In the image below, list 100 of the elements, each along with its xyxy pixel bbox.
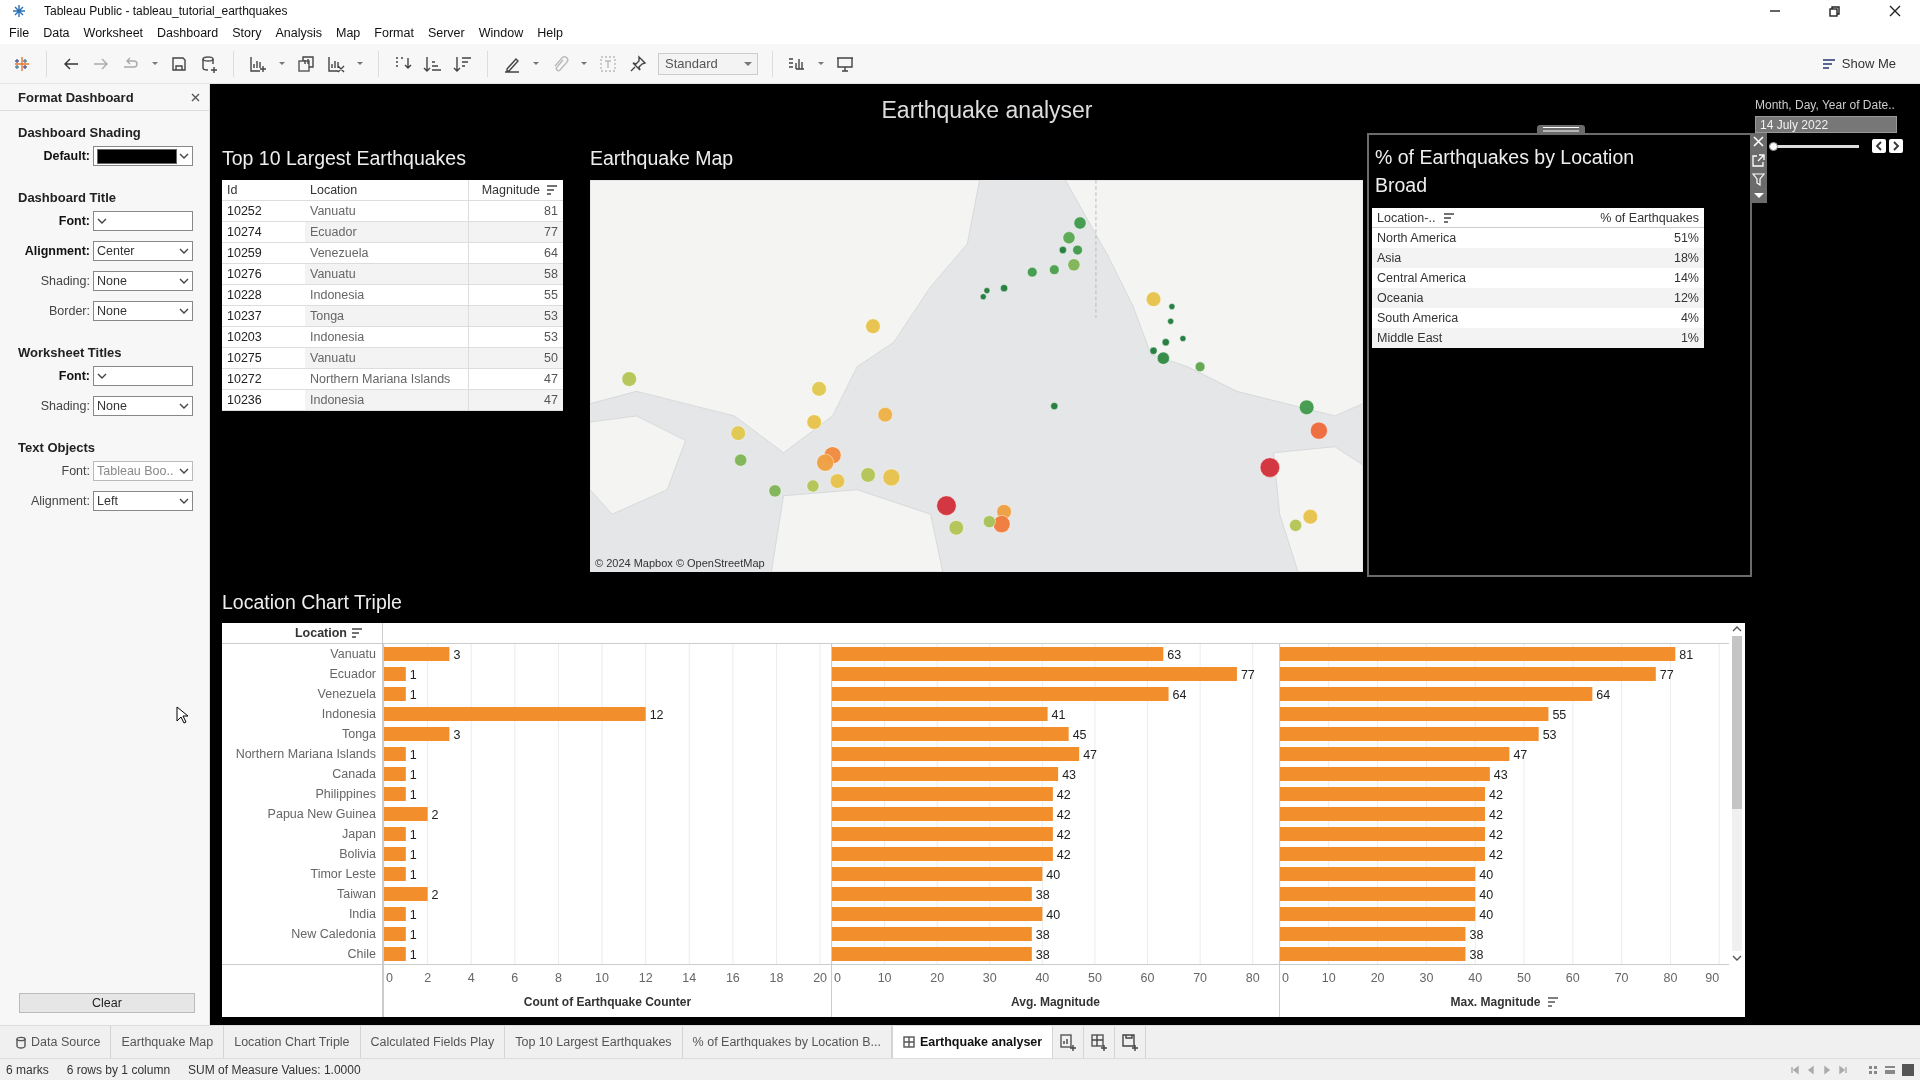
caret-icon[interactable] bbox=[532, 60, 540, 67]
sort-icon[interactable] bbox=[1546, 996, 1559, 1008]
popout-icon[interactable] bbox=[1752, 154, 1765, 167]
menu-item[interactable]: File bbox=[2, 24, 37, 42]
last-page-icon[interactable] bbox=[1838, 1064, 1848, 1075]
new-story-icon[interactable] bbox=[1121, 1033, 1140, 1051]
new-worksheet-icon[interactable] bbox=[1059, 1033, 1078, 1051]
restore-icon[interactable] bbox=[1828, 4, 1842, 18]
bar[interactable] bbox=[384, 767, 406, 781]
dropdown[interactable] bbox=[93, 211, 193, 231]
column-header[interactable]: Location bbox=[305, 180, 469, 201]
caret-down-icon[interactable] bbox=[1752, 192, 1765, 199]
show-me-button[interactable]: Show Me bbox=[1821, 56, 1896, 71]
tab-view-icon[interactable] bbox=[1902, 1063, 1914, 1076]
bar[interactable] bbox=[384, 847, 406, 861]
axis-tick-label: 4 bbox=[467, 971, 475, 985]
bar-value-label: 42 bbox=[1056, 808, 1071, 822]
clear-button[interactable]: Clear bbox=[19, 993, 195, 1013]
drag-handle-icon[interactable] bbox=[1543, 126, 1579, 133]
bar[interactable] bbox=[384, 867, 406, 881]
menu-item[interactable]: Window bbox=[471, 24, 531, 42]
table-cell: 10228 bbox=[222, 284, 305, 306]
filter-icon[interactable] bbox=[1752, 173, 1765, 186]
grid-view-icon[interactable] bbox=[1868, 1064, 1878, 1075]
section-heading: Dashboard Shading bbox=[18, 125, 142, 140]
column-header[interactable]: Location-.. bbox=[1377, 210, 1436, 225]
row-label: Venezuela bbox=[317, 686, 376, 703]
dropdown[interactable]: Center bbox=[93, 241, 193, 261]
column-header[interactable]: Location bbox=[294, 626, 347, 640]
close-icon[interactable] bbox=[1888, 4, 1902, 18]
row-label: India bbox=[348, 906, 376, 923]
dropdown[interactable]: Left bbox=[93, 491, 193, 511]
date-field[interactable]: 14 July 2022 bbox=[1755, 116, 1897, 133]
previous-page-icon[interactable] bbox=[1806, 1064, 1816, 1075]
fit-dropdown[interactable]: Standard bbox=[658, 52, 758, 75]
caret-icon[interactable] bbox=[580, 60, 588, 67]
caret-icon[interactable] bbox=[356, 60, 364, 67]
previous-button[interactable] bbox=[1872, 139, 1886, 153]
table-cell: 47 bbox=[468, 368, 563, 390]
dropdown[interactable]: None bbox=[93, 271, 193, 291]
bar[interactable] bbox=[384, 887, 428, 901]
column-header[interactable]: % of Earthquakes bbox=[1600, 210, 1699, 225]
menu-item[interactable]: Worksheet bbox=[76, 24, 151, 42]
sort-icon[interactable] bbox=[546, 184, 558, 196]
bar[interactable] bbox=[384, 947, 406, 961]
menu-item[interactable]: Story bbox=[225, 24, 269, 42]
new-data-source-icon[interactable] bbox=[199, 53, 219, 74]
bar[interactable] bbox=[384, 667, 406, 681]
sort-icon[interactable] bbox=[351, 627, 363, 639]
table-cell: Tonga bbox=[305, 305, 469, 327]
bar-value-label: 1 bbox=[409, 668, 417, 682]
column-header[interactable]: Magnitude bbox=[481, 183, 540, 197]
caret-icon[interactable] bbox=[743, 59, 753, 68]
menu-item[interactable]: Map bbox=[328, 24, 368, 42]
caret-icon[interactable] bbox=[817, 60, 825, 67]
scroll-down-icon[interactable] bbox=[1732, 954, 1742, 962]
caret-icon[interactable] bbox=[278, 60, 286, 67]
duplicate-sheet-icon[interactable] bbox=[296, 53, 316, 74]
menu-item[interactable]: Server bbox=[420, 24, 472, 42]
first-page-icon[interactable] bbox=[1790, 1064, 1800, 1075]
next-button[interactable] bbox=[1889, 139, 1903, 153]
menu-item[interactable]: Data bbox=[36, 24, 77, 42]
menu-item[interactable]: Help bbox=[530, 24, 570, 42]
bar[interactable] bbox=[384, 907, 406, 921]
bar[interactable] bbox=[384, 687, 406, 701]
field-label: Border: bbox=[48, 304, 91, 318]
close-icon[interactable] bbox=[190, 91, 201, 103]
text-label-icon[interactable] bbox=[598, 53, 618, 74]
menu-item[interactable]: Dashboard bbox=[150, 24, 226, 42]
axis-tick-label: 10 bbox=[877, 971, 892, 985]
new-dashboard-icon[interactable] bbox=[1090, 1033, 1109, 1051]
dropdown[interactable]: None bbox=[93, 301, 193, 321]
slider-thumb[interactable] bbox=[1769, 141, 1778, 151]
column-header[interactable]: Id bbox=[222, 180, 305, 201]
bar[interactable] bbox=[384, 927, 406, 941]
caret-icon[interactable] bbox=[151, 60, 159, 67]
bar-value-label: 43 bbox=[1062, 768, 1077, 782]
dropdown[interactable] bbox=[93, 366, 193, 386]
color-picker[interactable] bbox=[93, 146, 193, 166]
dropdown[interactable]: Tableau Boo.. bbox=[93, 461, 193, 481]
pin-icon[interactable] bbox=[628, 53, 648, 74]
dropdown[interactable]: None bbox=[93, 396, 193, 416]
next-page-icon[interactable] bbox=[1822, 1064, 1832, 1075]
menu-item[interactable]: Analysis bbox=[268, 24, 329, 42]
bar[interactable] bbox=[384, 807, 428, 821]
table-cell: Middle East bbox=[1377, 331, 1443, 345]
bar[interactable] bbox=[384, 747, 406, 761]
bar-value-label: 43 bbox=[1493, 768, 1508, 782]
bar[interactable] bbox=[384, 787, 406, 801]
map-drawing[interactable] bbox=[590, 180, 1363, 572]
filmstrip-view-icon[interactable] bbox=[1884, 1063, 1896, 1076]
sheet-tab[interactable]: Earthquake analyser bbox=[891, 1026, 1054, 1058]
scroll-up-icon[interactable] bbox=[1732, 625, 1742, 633]
table-cell: North America bbox=[1377, 231, 1457, 245]
table-cell: Indonesia bbox=[305, 284, 469, 306]
menu-item[interactable]: Format bbox=[367, 24, 421, 42]
table-cell: 53 bbox=[468, 305, 563, 327]
chevron-right-icon bbox=[1892, 141, 1900, 151]
sort-icon[interactable] bbox=[1443, 211, 1456, 224]
bar[interactable] bbox=[384, 827, 406, 841]
